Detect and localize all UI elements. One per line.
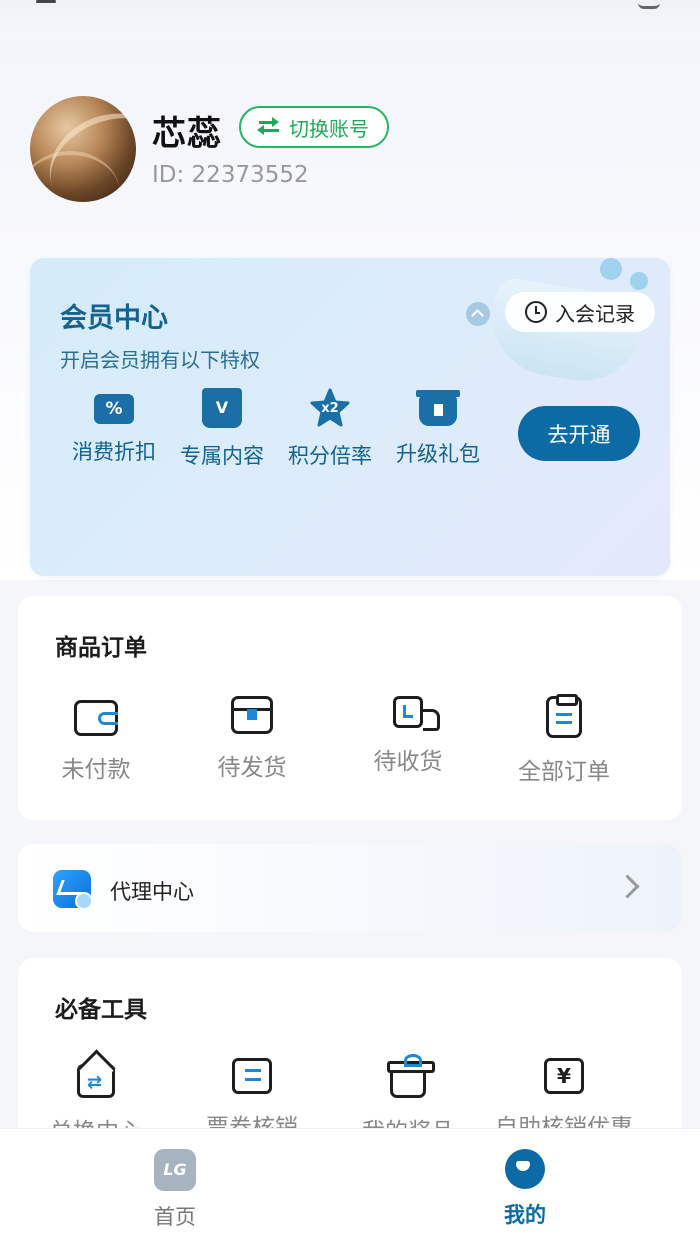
- swap-icon: [257, 117, 279, 135]
- avatar[interactable]: [30, 96, 136, 202]
- perk-label: 积分倍率: [288, 444, 372, 468]
- orders-title: 商品订单: [55, 635, 147, 661]
- bottom-tab-bar: LG 首页 我的: [0, 1128, 700, 1245]
- agent-center-row[interactable]: 代理中心: [18, 844, 682, 932]
- orders-card: 商品订单 未付款 待发货 待收货 全部订单: [18, 596, 682, 820]
- perk-label: 消费折扣: [72, 440, 156, 464]
- agent-chart-icon: [53, 870, 93, 910]
- order-to-receive[interactable]: 待收货: [330, 696, 486, 786]
- wallet-icon: [74, 700, 118, 736]
- order-label: 全部订单: [518, 759, 610, 785]
- tab-home[interactable]: LG 首页: [115, 1149, 235, 1231]
- exclusive-content-icon: V: [202, 388, 242, 428]
- discount-ticket-icon: %: [94, 394, 134, 424]
- switch-account-button[interactable]: 切换账号: [239, 106, 389, 148]
- order-unpaid[interactable]: 未付款: [18, 696, 174, 786]
- vip-perks: % 消费折扣 V 专属内容 x2 积分倍率 升级礼包: [60, 388, 492, 470]
- scan-icon[interactable]: [638, 0, 660, 9]
- perk-label: 升级礼包: [396, 442, 480, 466]
- perk-item[interactable]: V 专属内容: [168, 388, 276, 470]
- vip-title: 会员中心: [60, 303, 168, 334]
- username: 芯蕊: [152, 114, 222, 154]
- package-icon: [231, 696, 273, 734]
- exchange-icon: [77, 1064, 115, 1098]
- truck-icon: [393, 696, 440, 731]
- vip-subtitle: 开启会员拥有以下特权: [60, 348, 260, 372]
- tab-mine-label: 我的: [504, 1203, 546, 1227]
- perk-item[interactable]: % 消费折扣: [60, 388, 168, 470]
- user-id: ID: 22373552: [152, 162, 309, 188]
- order-label: 未付款: [61, 757, 131, 783]
- chevron-right-icon: [615, 874, 640, 899]
- tab-home-label: 首页: [154, 1205, 196, 1229]
- clipboard-icon: [546, 694, 582, 738]
- perk-item[interactable]: x2 积分倍率: [276, 388, 384, 470]
- perk-item[interactable]: 升级礼包: [384, 388, 492, 470]
- open-membership-button[interactable]: 去开通: [518, 406, 640, 461]
- agent-center-label: 代理中心: [110, 880, 194, 904]
- status-bar: [0, 0, 700, 40]
- coupon-yen-icon: [544, 1058, 584, 1094]
- gift-pack-icon: [416, 390, 460, 426]
- menu-icon[interactable]: [36, 0, 56, 3]
- order-to-ship[interactable]: 待发货: [174, 696, 330, 786]
- crown-icon: [470, 258, 670, 408]
- perk-label: 专属内容: [180, 444, 264, 468]
- order-label: 待发货: [217, 755, 287, 781]
- order-label: 待收货: [373, 749, 443, 775]
- switch-account-label: 切换账号: [289, 116, 369, 141]
- order-all[interactable]: 全部订单: [486, 694, 642, 786]
- tab-mine[interactable]: 我的: [465, 1149, 585, 1229]
- vip-center-card[interactable]: 会员中心 开启会员拥有以下特权 入会记录 % 消费折扣 V 专属内容 x2 积分…: [30, 258, 670, 576]
- ticket-icon: [232, 1058, 272, 1094]
- profile-tab-icon: [505, 1149, 545, 1189]
- gift-icon: [387, 1054, 435, 1098]
- history-icon: [525, 301, 547, 323]
- points-multiplier-icon: x2: [310, 388, 350, 428]
- home-logo-icon: LG: [154, 1149, 196, 1191]
- membership-record-label: 入会记录: [555, 301, 635, 326]
- tools-title: 必备工具: [55, 997, 147, 1023]
- membership-record-button[interactable]: 入会记录: [505, 292, 655, 332]
- chevron-up-icon[interactable]: [466, 302, 490, 326]
